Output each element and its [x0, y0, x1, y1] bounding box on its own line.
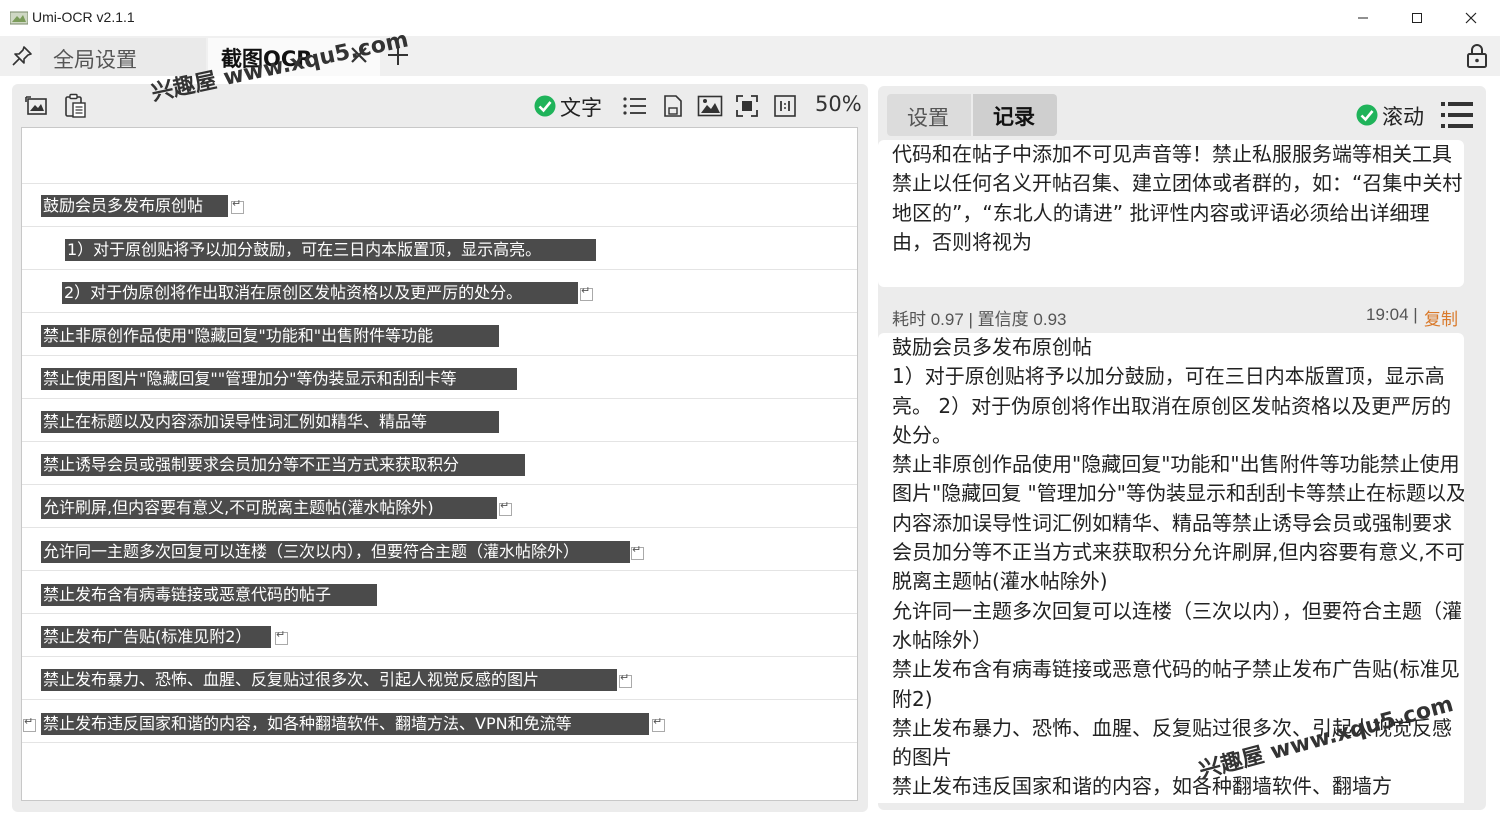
ocr-text-line[interactable]: 禁止使用图片"隐藏回复""管理加分"等伪装显示和刮刮卡等	[41, 368, 517, 390]
image-row-divider	[22, 355, 857, 356]
image-row-divider	[22, 398, 857, 399]
image-row-divider	[22, 269, 857, 270]
image-row-divider	[22, 699, 857, 700]
tab-record[interactable]: 记录	[973, 94, 1057, 136]
zoom-level: 50%	[815, 92, 862, 116]
image-row-divider	[22, 613, 857, 614]
image-row-divider	[22, 226, 857, 227]
tab-global-settings-label: 全局设置	[53, 48, 137, 72]
list-icon	[623, 97, 646, 115]
lock-icon[interactable]	[1465, 43, 1489, 69]
fit-screen-button[interactable]	[732, 91, 762, 121]
image-row-divider	[22, 656, 857, 657]
image-icon	[697, 95, 723, 117]
document-save-icon	[664, 95, 682, 117]
ocr-image-canvas[interactable]: 鼓励会员多发布原创帖 1）对于原创贴将予以加分鼓励，可在三日内本版置顶，显示高亮…	[21, 127, 858, 801]
text-toggle-label[interactable]: 文字	[560, 92, 602, 122]
ocr-text-line[interactable]: 禁止发布暴力、恐怖、血腥、反复贴过很多次、引起人视觉反感的图片	[41, 669, 617, 691]
ocr-text-line[interactable]: 允许同一主题多次回复可以连楼（三次以内），但要符合主题（灌水帖除外）	[41, 541, 630, 563]
previous-record-text[interactable]: 代码和在帖子中添加不可见声音等！禁止私服服务端等相关工具 禁止以任何名义开帖召集…	[892, 140, 1464, 257]
image-row-divider	[22, 441, 857, 442]
line-break-marker	[499, 499, 512, 516]
window-title: Umi-OCR v2.1.1	[32, 9, 135, 25]
previous-record-card[interactable]: 代码和在帖子中添加不可见声音等！禁止私服服务端等相关工具 禁止以任何名义开帖召集…	[878, 140, 1464, 287]
maximize-button[interactable]	[1390, 0, 1444, 36]
actual-size-button[interactable]	[770, 91, 800, 121]
ocr-text-line[interactable]: 禁止诱导会员或强制要求会员加分等不正当方式来获取积分	[41, 454, 525, 476]
maximize-icon	[1412, 13, 1422, 23]
show-image-button[interactable]	[695, 91, 725, 121]
copy-button[interactable]: 复制	[1424, 305, 1458, 330]
line-break-marker	[652, 715, 665, 732]
close-icon	[1465, 12, 1477, 24]
image-row-divider	[22, 183, 857, 184]
fit-frame-icon	[736, 95, 758, 117]
line-break-marker	[580, 284, 593, 301]
ocr-text-line[interactable]: 禁止发布违反国家和谐的内容，如各种翻墙软件、翻墙方法、VPN和免流等	[41, 713, 649, 735]
app-logo-icon	[10, 11, 28, 25]
tab-settings-label: 设置	[907, 106, 949, 130]
image-row-divider	[22, 527, 857, 528]
actual-size-icon	[774, 95, 796, 117]
pin-icon[interactable]	[10, 44, 34, 68]
image-row-divider	[22, 312, 857, 313]
line-break-marker	[275, 628, 288, 645]
close-window-button[interactable]	[1444, 0, 1498, 36]
ocr-text-line[interactable]: 禁止在标题以及内容添加误导性词汇例如精华、精品等	[41, 411, 499, 433]
ocr-text-line[interactable]: 禁止发布含有病毒链接或恶意代码的帖子	[41, 584, 377, 606]
line-break-marker	[619, 671, 632, 688]
menu-icon[interactable]	[1440, 100, 1474, 130]
title-bar	[0, 0, 1500, 36]
line-break-marker	[631, 543, 644, 560]
ocr-text-line[interactable]: 鼓励会员多发布原创帖	[41, 195, 228, 217]
tab-settings[interactable]: 设置	[887, 94, 971, 136]
ocr-text-line[interactable]: 1）对于原创贴将予以加分鼓励，可在三日内本版置顶，显示高亮。	[65, 239, 596, 261]
image-row-divider	[22, 742, 857, 743]
save-button[interactable]	[658, 91, 688, 121]
ocr-text-line[interactable]: 禁止非原创作品使用"隐藏回复"功能和"出售附件等功能	[41, 325, 499, 347]
scroll-toggle-check-icon[interactable]	[1356, 104, 1378, 126]
record-meta: 耗时 0.97 | 置信度 0.93	[892, 310, 1067, 329]
minimize-button[interactable]	[1336, 0, 1390, 36]
record-time: 19:04 |	[1366, 305, 1418, 324]
scroll-toggle-label[interactable]: 滚动	[1382, 101, 1424, 131]
minimize-icon	[1358, 17, 1368, 19]
ocr-text-line[interactable]: 2）对于伪原创将作出取消在原创区发帖资格以及更严厉的处分。	[62, 282, 578, 304]
ocr-text-line[interactable]: 禁止发布广告贴(标准见附2）	[41, 626, 271, 648]
clipboard-icon	[65, 93, 86, 118]
image-row-divider	[22, 570, 857, 571]
image-row-divider	[22, 484, 857, 485]
text-toggle-check-icon[interactable]	[534, 95, 556, 117]
image-screenshot-icon	[25, 96, 47, 115]
line-break-marker	[231, 197, 244, 214]
line-break-marker	[23, 715, 36, 732]
paste-button[interactable]	[60, 91, 90, 121]
ocr-text-line[interactable]: 允许刷屏,但内容要有意义,不可脱离主题帖(灌水帖除外)	[41, 497, 497, 519]
screenshot-button[interactable]	[22, 91, 52, 121]
tab-record-label: 记录	[993, 105, 1035, 129]
text-layout-button[interactable]	[620, 91, 650, 121]
